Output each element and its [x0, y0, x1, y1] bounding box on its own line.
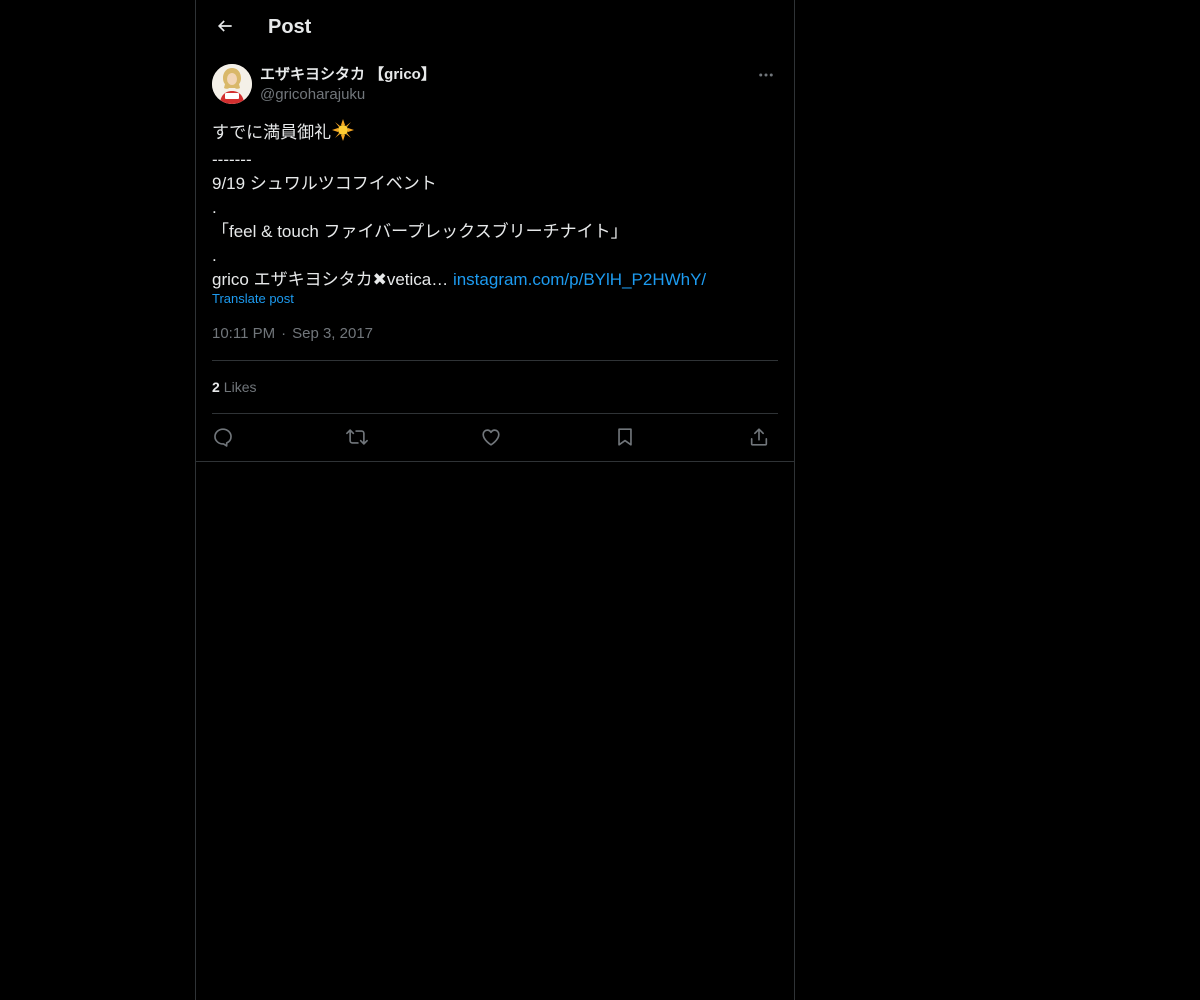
post-line: ------- — [212, 150, 252, 169]
translate-post-link[interactable]: Translate post — [212, 290, 294, 308]
like-button[interactable] — [478, 424, 504, 450]
arrow-left-icon — [217, 20, 232, 32]
post-time: 10:11 PM — [212, 325, 276, 342]
repost-icon — [346, 429, 368, 445]
like-icon — [482, 429, 500, 446]
post-column: Post エザキヨシタカ 【grico】 @gricoharajuku すでに満… — [195, 0, 795, 1000]
sun-emoji — [332, 119, 355, 148]
post-line: 9/19 シュワルツコフイベント — [212, 174, 437, 193]
avatar-image — [212, 64, 252, 104]
post-line: . — [212, 246, 217, 265]
author-handle[interactable]: @gricoharajuku — [260, 85, 365, 105]
reply-icon — [214, 428, 232, 447]
post-line: . — [212, 198, 217, 217]
post-line: grico エザキヨシタカ✖vetica… instagram.com/p/BY… — [212, 270, 707, 289]
post-link[interactable]: instagram.com/p/BYlH_P2HWhY/ — [453, 270, 706, 289]
likes-count: 2 — [212, 379, 220, 395]
avatar[interactable] — [212, 64, 252, 104]
more-horizontal-icon — [759, 73, 773, 77]
more-options-button[interactable] — [754, 64, 778, 86]
back-button[interactable] — [208, 9, 242, 43]
likes-stat[interactable]: 2 Likes — [212, 377, 256, 397]
post-line: すでに満員御礼 — [212, 119, 778, 148]
repost-button[interactable] — [344, 424, 370, 450]
post-actions — [212, 414, 778, 460]
bookmark-icon — [618, 428, 632, 446]
reply-button[interactable] — [210, 424, 236, 450]
post-line: 「feel & touch ファイバープレックスブリーチナイト」 — [212, 222, 628, 241]
post-bottom-border — [196, 461, 794, 462]
post-timestamp[interactable]: 10:11 PM · Sep 3, 2017 — [212, 324, 373, 344]
bookmark-button[interactable] — [612, 424, 638, 450]
header: Post — [196, 0, 794, 54]
share-button[interactable] — [746, 424, 772, 450]
likes-label: Likes — [223, 379, 257, 395]
post-text: すでに満員御礼 ------- 9/19 シュワルツコフイベント . 「feel… — [212, 119, 778, 292]
meta-separator: · — [281, 325, 287, 342]
post-author: エザキヨシタカ 【grico】 @gricoharajuku — [212, 64, 778, 106]
author-display-name[interactable]: エザキヨシタカ 【grico】 — [260, 65, 436, 85]
divider — [212, 360, 778, 361]
page-title: Post — [268, 16, 312, 38]
post-date: Sep 3, 2017 — [292, 325, 373, 342]
share-icon — [750, 428, 768, 446]
